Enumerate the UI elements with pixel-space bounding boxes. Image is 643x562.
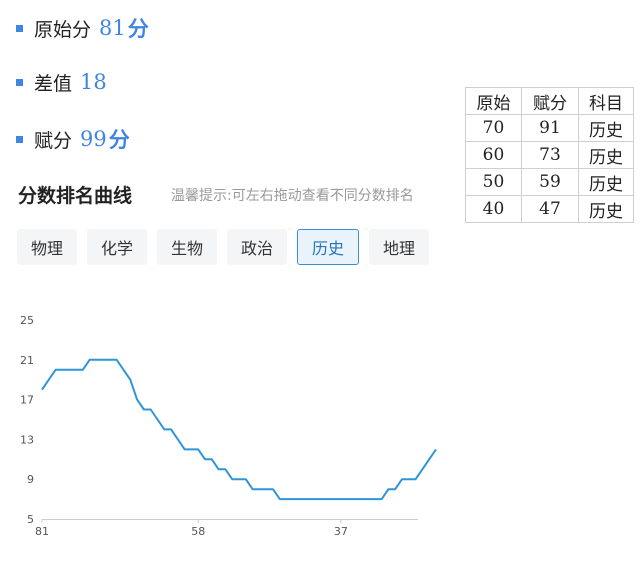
table-cell: 59 <box>521 168 579 196</box>
stat-difference: 差值 18 <box>16 66 107 98</box>
table-cell: 历史 <box>578 114 634 142</box>
bullet-icon <box>16 136 23 143</box>
y-tick-label: 5 <box>27 513 34 526</box>
drag-hint: 温馨提示:可左右拖动查看不同分数排名 <box>171 188 414 204</box>
tab-biology[interactable]: 生物 <box>157 229 217 265</box>
stat-scaled-score: 赋分 99 分 <box>16 123 130 155</box>
table-cell: 历史 <box>578 141 634 169</box>
tab-politics[interactable]: 政治 <box>227 229 287 265</box>
score-rank-chart[interactable]: 5 9 13 17 21 25 81 58 37 <box>0 300 460 550</box>
score-conversion-table: 原始 赋分 科目 70 91 历史 60 73 历史 50 59 历史 40 4… <box>465 87 634 223</box>
x-tick-label: 81 <box>35 525 49 538</box>
table-cell: 73 <box>521 141 579 169</box>
stat-value: 99 <box>80 127 107 151</box>
bullet-icon <box>16 25 23 32</box>
stat-label: 赋分 <box>34 129 73 152</box>
table-cell: 60 <box>465 141 522 169</box>
table-row: 70 91 历史 <box>465 114 634 142</box>
stat-label: 原始分 <box>34 18 92 41</box>
series-line-history <box>41 358 437 501</box>
table-cell: 47 <box>521 195 579 223</box>
section-title: 分数排名曲线 <box>18 185 133 207</box>
table-header-cell: 科目 <box>578 87 634 115</box>
tab-chemistry[interactable]: 化学 <box>87 229 147 265</box>
x-tick-label: 58 <box>191 525 205 538</box>
table-cell: 91 <box>521 114 579 142</box>
table-cell: 70 <box>465 114 522 142</box>
x-tick-label: 37 <box>334 525 348 538</box>
table-cell: 历史 <box>578 168 634 196</box>
y-tick-label: 21 <box>20 354 34 367</box>
table-header-cell: 赋分 <box>521 87 579 115</box>
stat-original-score: 原始分 81 分 <box>16 12 149 44</box>
stat-unit: 分 <box>127 17 149 41</box>
table-cell: 50 <box>465 168 522 196</box>
stat-value: 81 <box>99 16 126 40</box>
tab-history[interactable]: 历史 <box>297 229 359 265</box>
stat-label: 差值 <box>34 72 73 95</box>
table-row: 60 73 历史 <box>465 141 634 169</box>
stat-value: 18 <box>80 70 107 94</box>
y-tick-label: 25 <box>20 314 34 327</box>
table-row: 40 47 历史 <box>465 195 634 223</box>
table-header-row: 原始 赋分 科目 <box>465 87 634 115</box>
subject-tabs: 物理 化学 生物 政治 历史 地理 <box>17 229 439 265</box>
bullet-icon <box>16 79 23 86</box>
table-header-cell: 原始 <box>465 87 522 115</box>
stat-unit: 分 <box>108 128 130 152</box>
tab-geography[interactable]: 地理 <box>369 229 429 265</box>
y-tick-label: 13 <box>20 433 34 446</box>
y-tick-label: 17 <box>20 394 34 407</box>
table-row: 50 59 历史 <box>465 168 634 196</box>
table-cell: 40 <box>465 195 522 223</box>
table-cell: 历史 <box>578 195 634 223</box>
y-tick-label: 9 <box>27 473 34 486</box>
tab-physics[interactable]: 物理 <box>17 229 77 265</box>
